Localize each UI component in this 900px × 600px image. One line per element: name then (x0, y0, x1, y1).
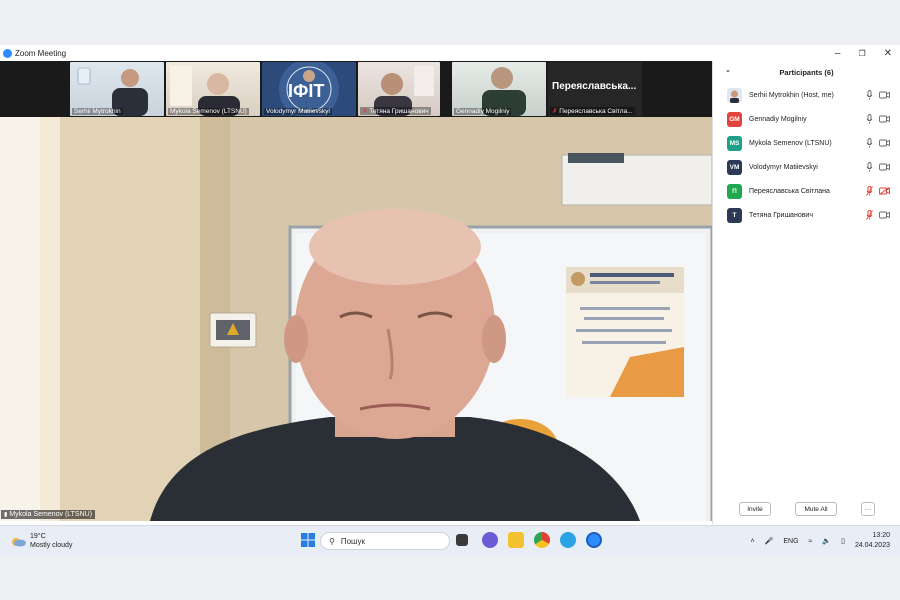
participant-row[interactable]: MS Mykola Semenov (LTSNU) (713, 131, 900, 155)
participant-name: Тетяна Гришанович (749, 211, 813, 219)
video-camera-icon[interactable] (879, 115, 890, 123)
participant-row[interactable]: Serhii Mytrokhin (Host, me) (713, 83, 900, 107)
zoom-logo-icon (3, 48, 12, 58)
microphone-icon[interactable] (866, 138, 873, 148)
avatar: П (727, 183, 742, 199)
participant-name: Переяславська Світлана (749, 187, 830, 195)
clock-date: 24.04.2023 (854, 542, 890, 549)
participant-name: Serhii Mytrokhin (Host, me) (749, 91, 834, 99)
speaker-video-feed (0, 117, 712, 521)
task-view-icon[interactable] (456, 534, 468, 546)
microphone-icon[interactable] (866, 114, 873, 124)
zoom-app-icon[interactable] (586, 532, 602, 548)
title-bar: Zoom Meeting – ❐ ✕ (0, 45, 900, 61)
more-options-button[interactable]: ··· (861, 502, 875, 516)
gallery-tile[interactable]: Mykola Semenov (LTSNU) (166, 62, 260, 116)
gallery-tile[interactable]: ✗ Тетяна Гришанович (358, 62, 440, 116)
weather-widget[interactable]: 19°C Mostly cloudy (10, 532, 72, 550)
chevron-up-icon[interactable]: ˄ (751, 538, 755, 545)
gallery-tile[interactable]: Serhii Mytrokhin (70, 62, 164, 116)
tile-name: Volodymyr Matiievskyi (264, 108, 332, 115)
avatar: MS (727, 135, 742, 151)
speaker-name-label: ▮ Mykola Semenov (LTSNU) (1, 510, 96, 519)
participant-row[interactable]: Т Тетяна Гришанович (713, 203, 900, 227)
video-camera-icon[interactable] (879, 211, 890, 219)
mic-muted-icon: ✗ (362, 108, 368, 115)
file-explorer-icon[interactable] (508, 532, 524, 548)
participant-row[interactable]: GM Gennadiy Mogilniy (713, 107, 900, 131)
gallery-strip: Serhii Mytrokhin Mykola Semenov (LTSNU) … (0, 61, 712, 117)
battery-icon[interactable]: ▯ (841, 537, 845, 545)
chevron-down-icon[interactable]: ⌄ (725, 66, 731, 74)
video-camera-icon[interactable] (879, 163, 890, 171)
participant-row[interactable]: П Переяславська Світлана (713, 179, 900, 203)
meeting-area: Serhii Mytrokhin Mykola Semenov (LTSNU) … (0, 61, 712, 521)
chrome-icon[interactable] (534, 532, 550, 548)
participant-name: Mykola Semenov (LTSNU) (749, 139, 832, 147)
tile-name: Mykola Semenov (LTSNU) (168, 108, 249, 115)
zoom-window: Zoom Meeting – ❐ ✕ Serhii Mytrokhin Myko… (0, 45, 900, 555)
tile-name: Serhii Mytrokhin (72, 108, 123, 115)
avatar (727, 87, 742, 103)
mute-all-button[interactable]: Mute All (795, 502, 837, 516)
mic-muted-icon: ✗ (552, 108, 558, 115)
windows-start-icon[interactable] (300, 532, 316, 548)
video-camera-icon[interactable] (879, 139, 890, 147)
system-tray: ˄ 🎤 ENG ≈ 🔈 ▯ 13:20 24.04.2023 (751, 530, 890, 552)
chat-icon[interactable] (482, 532, 498, 548)
clock[interactable]: 13:20 24.04.2023 (855, 531, 890, 551)
invite-button[interactable]: Invite (739, 502, 771, 516)
search-placeholder: Пошук (340, 536, 365, 546)
participants-header: ⌄ Participants (6) (713, 61, 900, 83)
microphone-icon[interactable] (866, 162, 873, 172)
signal-icon: ▮ (4, 512, 8, 518)
participant-name: Gennadiy Mogilniy (749, 115, 807, 123)
participants-title: Participants (6) (779, 67, 834, 77)
tile-name: Gennadiy Mogilniy (454, 108, 512, 115)
participant-name: Volodymyr Matiievskyi (749, 163, 818, 171)
microphone-icon[interactable]: 🎤 (765, 537, 774, 545)
close-icon[interactable]: ✕ (884, 48, 892, 59)
video-camera-icon[interactable] (879, 91, 890, 99)
gallery-tile[interactable]: Переяславська... ✗ Переяславська Світла.… (548, 62, 642, 116)
restore-icon[interactable]: ❐ (858, 49, 865, 58)
participants-list: Serhii Mytrokhin (Host, me) GM Gennadiy Mo… (713, 83, 900, 227)
mic-muted-icon[interactable] (866, 210, 873, 220)
svg-text:IФIT: IФIT (288, 81, 324, 101)
participants-panel: ⌄ Participants (6) Serhii Mytrokhin (Hos… (712, 61, 900, 524)
mic-muted-icon[interactable] (866, 186, 873, 196)
avatar: VM (727, 159, 742, 175)
avatar: GM (727, 111, 742, 127)
weather-desc: Mostly cloudy (30, 542, 73, 549)
weather-temp: 19°C (30, 533, 46, 540)
avatar: Т (727, 207, 742, 223)
search-icon: ⚲ (329, 536, 335, 546)
language-indicator[interactable]: ENG (783, 538, 798, 545)
taskbar-search[interactable]: ⚲ Пошук (320, 532, 450, 550)
tile-big-name: Переяславська... (552, 81, 637, 92)
tile-name: ✗ Тетяна Гришанович (360, 107, 431, 115)
windows-taskbar: 19°C Mostly cloudy ⚲ Пошук ˄ 🎤 ENG ≈ 🔈 ▯… (0, 525, 900, 555)
video-off-icon[interactable] (879, 187, 890, 195)
telegram-icon[interactable] (560, 532, 576, 548)
cloud-icon (12, 538, 26, 547)
gallery-tile[interactable]: Gennadiy Mogilniy (452, 62, 546, 116)
participant-row[interactable]: VM Volodymyr Matiievskyi (713, 155, 900, 179)
microphone-icon[interactable] (866, 90, 873, 100)
window-title: Zoom Meeting (15, 48, 67, 58)
clock-time: 13:20 (872, 532, 890, 539)
gallery-tile[interactable]: IФIT Volodymyr Matiievskyi (262, 62, 356, 116)
volume-icon[interactable]: 🔈 (822, 537, 831, 545)
tile-name: ✗ Переяславська Світла... (550, 107, 635, 115)
wifi-icon[interactable]: ≈ (809, 538, 813, 545)
active-speaker-video[interactable]: ▮ Mykola Semenov (LTSNU) (0, 117, 712, 521)
minimize-icon[interactable]: – (835, 48, 841, 59)
